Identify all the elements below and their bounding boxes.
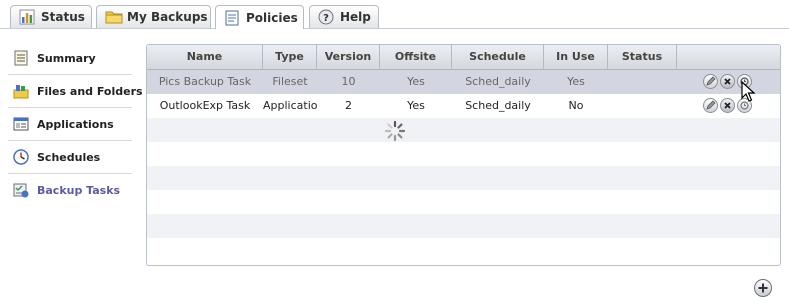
summary-document-icon [13, 50, 29, 66]
cell-name: Pics Backup Task [158, 75, 252, 88]
cell-type: Fileset [272, 75, 308, 88]
help-icon: ? [318, 9, 334, 25]
files-folders-icon [13, 83, 29, 99]
cell-offsite: Yes [407, 75, 425, 88]
document-icon [224, 10, 240, 26]
tab-status-label: Status [41, 10, 85, 24]
sidebar-item-label: Applications [37, 117, 114, 131]
delete-icon[interactable] [720, 74, 735, 89]
sidebar-item-label: Summary [37, 51, 96, 65]
svg-text:?: ? [323, 13, 329, 24]
cell-offsite: Yes [407, 99, 425, 112]
table-row[interactable]: Pics Backup Task Fileset 10 Yes Sched_da… [147, 70, 780, 94]
empty-row [147, 190, 780, 214]
sidebar-item-label: Schedules [37, 150, 101, 164]
empty-row [147, 142, 780, 166]
column-header-in-use[interactable]: In Use [544, 45, 608, 69]
folder-icon [105, 9, 123, 25]
backup-tasks-grid: Name Type Version Offsite Schedule In Us… [146, 44, 781, 266]
column-header-actions [677, 45, 780, 69]
empty-row [147, 118, 780, 142]
sidebar-item-backup-tasks[interactable]: Backup Tasks [8, 174, 132, 206]
empty-row [147, 214, 780, 238]
column-header-name[interactable]: Name [147, 45, 263, 69]
clock-icon [13, 149, 29, 165]
policies-sidebar: Summary Files and Folders Applications S… [8, 42, 143, 206]
delete-icon[interactable] [720, 98, 735, 113]
tab-my-backups[interactable]: My Backups [96, 5, 211, 28]
sidebar-item-summary[interactable]: Summary [8, 42, 132, 75]
tab-policies[interactable]: Policies [215, 5, 304, 29]
table-row[interactable]: OutlookExp Task Applicatior 2 Yes Sched_… [147, 94, 780, 118]
add-backup-task-button[interactable] [754, 279, 772, 297]
tab-bar-divider [0, 28, 789, 29]
cell-schedule: Sched_daily [465, 99, 531, 112]
column-header-status[interactable]: Status [608, 45, 677, 69]
cell-name: OutlookExp Task [159, 99, 251, 112]
cell-version: 10 [341, 75, 356, 88]
column-header-offsite[interactable]: Offsite [380, 45, 452, 69]
tab-my-backups-label: My Backups [127, 10, 208, 24]
bar-chart-icon [19, 9, 35, 25]
edit-icon[interactable] [703, 74, 718, 89]
column-header-type[interactable]: Type [263, 45, 317, 69]
sidebar-item-label: Backup Tasks [37, 183, 121, 197]
sidebar-item-applications[interactable]: Applications [8, 108, 132, 141]
mouse-cursor-icon [741, 80, 757, 103]
empty-row [147, 238, 780, 262]
column-header-version[interactable]: Version [317, 45, 380, 69]
backup-tasks-icon [13, 182, 29, 198]
top-tab-bar: Status My Backups Policies ? Help [0, 0, 789, 30]
empty-row [147, 166, 780, 190]
tab-help[interactable]: ? Help [309, 5, 379, 28]
cell-type: Applicatior [263, 99, 317, 112]
column-header-schedule[interactable]: Schedule [452, 45, 544, 69]
cell-status [608, 70, 677, 94]
sidebar-item-files-and-folders[interactable]: Files and Folders [8, 75, 143, 108]
cell-in-use: Yes [567, 75, 585, 88]
cell-in-use: No [568, 99, 584, 112]
grid-header: Name Type Version Offsite Schedule In Us… [147, 45, 780, 70]
cell-version: 2 [345, 99, 352, 112]
tab-policies-label: Policies [246, 10, 298, 25]
cell-schedule: Sched_daily [465, 75, 531, 88]
edit-icon[interactable] [703, 98, 718, 113]
loading-spinner-icon [384, 120, 406, 142]
tab-help-label: Help [340, 10, 371, 24]
sidebar-item-label: Files and Folders [37, 84, 143, 98]
applications-icon [13, 116, 29, 132]
cell-status [608, 94, 677, 118]
tab-status[interactable]: Status [10, 5, 92, 28]
sidebar-item-schedules[interactable]: Schedules [8, 141, 132, 174]
